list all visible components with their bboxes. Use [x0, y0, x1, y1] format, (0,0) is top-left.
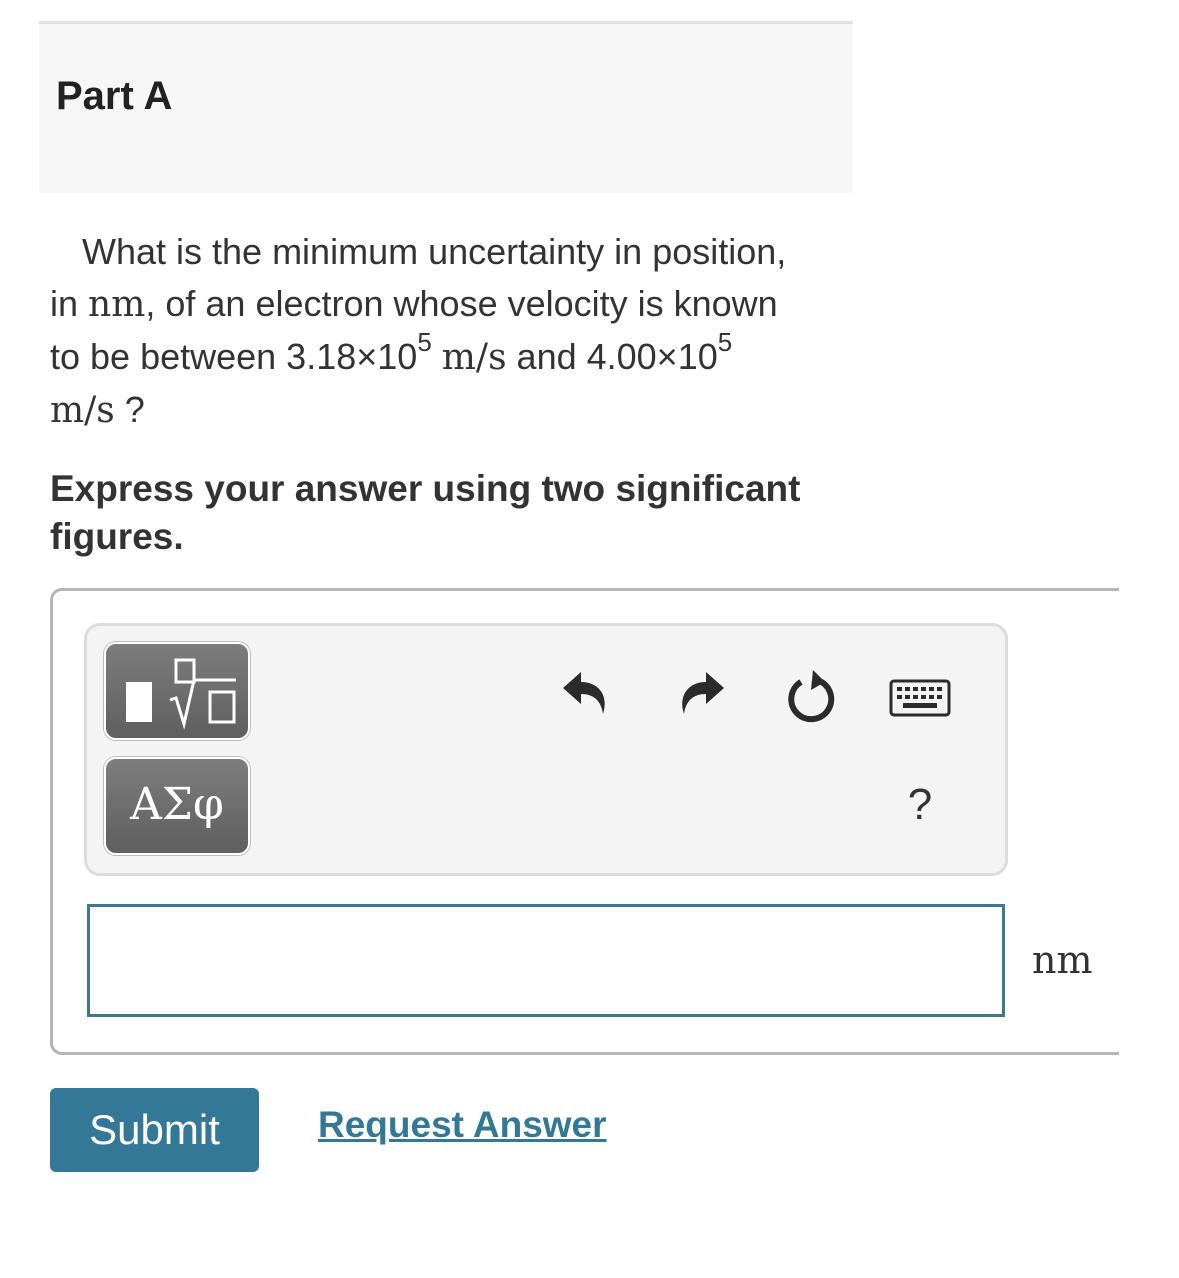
question-text: What is the minimum uncertainty in posit…: [50, 226, 850, 437]
answer-unit: nm: [1032, 938, 1093, 982]
part-header: Part A: [39, 21, 853, 193]
greek-symbols-button[interactable]: ΑΣφ: [104, 757, 250, 855]
reset-icon: [788, 670, 835, 723]
unit-nm-inline: nm: [88, 284, 146, 325]
request-answer-link[interactable]: Request Answer: [318, 1104, 607, 1146]
templates-button[interactable]: [104, 642, 250, 740]
instruction-text: Express your answer using two significan…: [50, 468, 801, 557]
part-title: Part A: [56, 74, 173, 118]
answer-input[interactable]: [87, 904, 1005, 1017]
exponent-2: 5: [717, 327, 733, 357]
redo-button[interactable]: [670, 664, 734, 728]
reset-button[interactable]: [777, 664, 841, 728]
submit-button[interactable]: Submit: [50, 1088, 259, 1172]
question-line-2: in nm, of an electron whose velocity is …: [50, 283, 778, 325]
unit-ms-inline-2: m/s: [50, 390, 115, 431]
undo-button[interactable]: [553, 664, 617, 728]
keyboard-button[interactable]: [888, 676, 952, 720]
help-button[interactable]: ?: [898, 780, 942, 836]
question-line-4: m/s ?: [50, 389, 145, 431]
undo-icon: [563, 672, 605, 714]
question-line-3: to be between 3.18×105 m/s and 4.00×105: [50, 327, 733, 378]
question-line-1: What is the minimum uncertainty in posit…: [82, 231, 787, 272]
greek-symbols-label: ΑΣφ: [130, 779, 224, 830]
exponent-1: 5: [417, 327, 432, 357]
keyboard-icon: [889, 679, 951, 717]
redo-icon: [682, 672, 724, 714]
unit-ms-inline: m/s: [441, 337, 507, 378]
templates-sqrt-icon: [126, 658, 236, 730]
